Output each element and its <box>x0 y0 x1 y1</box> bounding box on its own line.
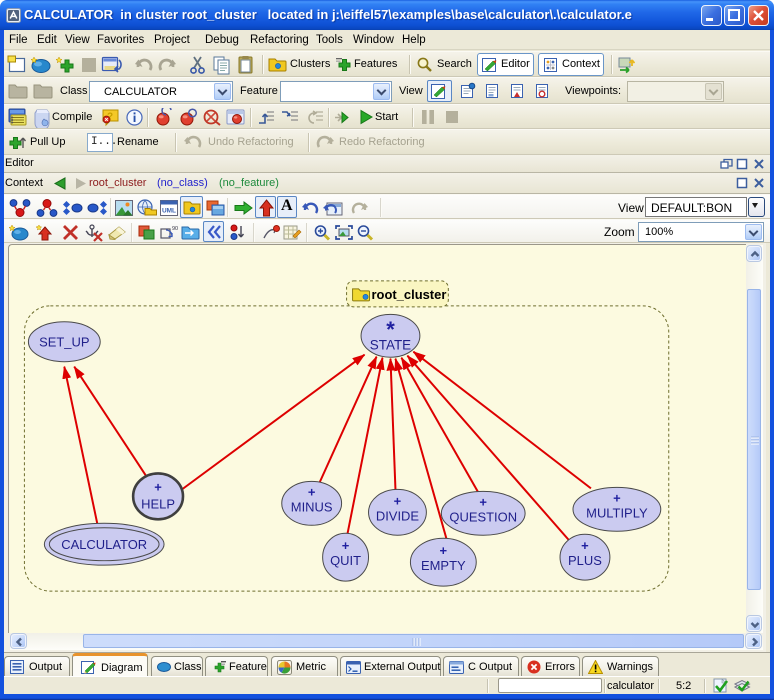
svg-text:+: + <box>613 490 621 505</box>
svg-text:+: + <box>308 484 316 499</box>
svg-text:HELP: HELP <box>141 496 175 511</box>
svg-text:QUESTION: QUESTION <box>449 509 517 524</box>
svg-text:DIVIDE: DIVIDE <box>376 508 420 523</box>
svg-text:STATE: STATE <box>370 338 411 353</box>
svg-text:+: + <box>440 543 448 558</box>
svg-text:CALCULATOR: CALCULATOR <box>61 537 147 552</box>
svg-text:root_cluster: root_cluster <box>372 287 447 302</box>
svg-text:QUIT: QUIT <box>330 553 361 568</box>
svg-text:+: + <box>154 479 162 494</box>
svg-text:+: + <box>342 538 350 553</box>
svg-text:+: + <box>394 493 402 508</box>
svg-text:+: + <box>479 494 487 509</box>
svg-text:+: + <box>581 538 589 553</box>
svg-text:EMPTY: EMPTY <box>421 558 466 573</box>
svg-text:90: 90 <box>172 226 178 232</box>
svg-text:UML: UML <box>162 208 176 215</box>
svg-text:SET_UP: SET_UP <box>39 335 89 350</box>
svg-text:MULTIPLY: MULTIPLY <box>586 505 648 520</box>
svg-text:MINUS: MINUS <box>291 499 333 514</box>
svg-text:PLUS: PLUS <box>568 553 602 568</box>
